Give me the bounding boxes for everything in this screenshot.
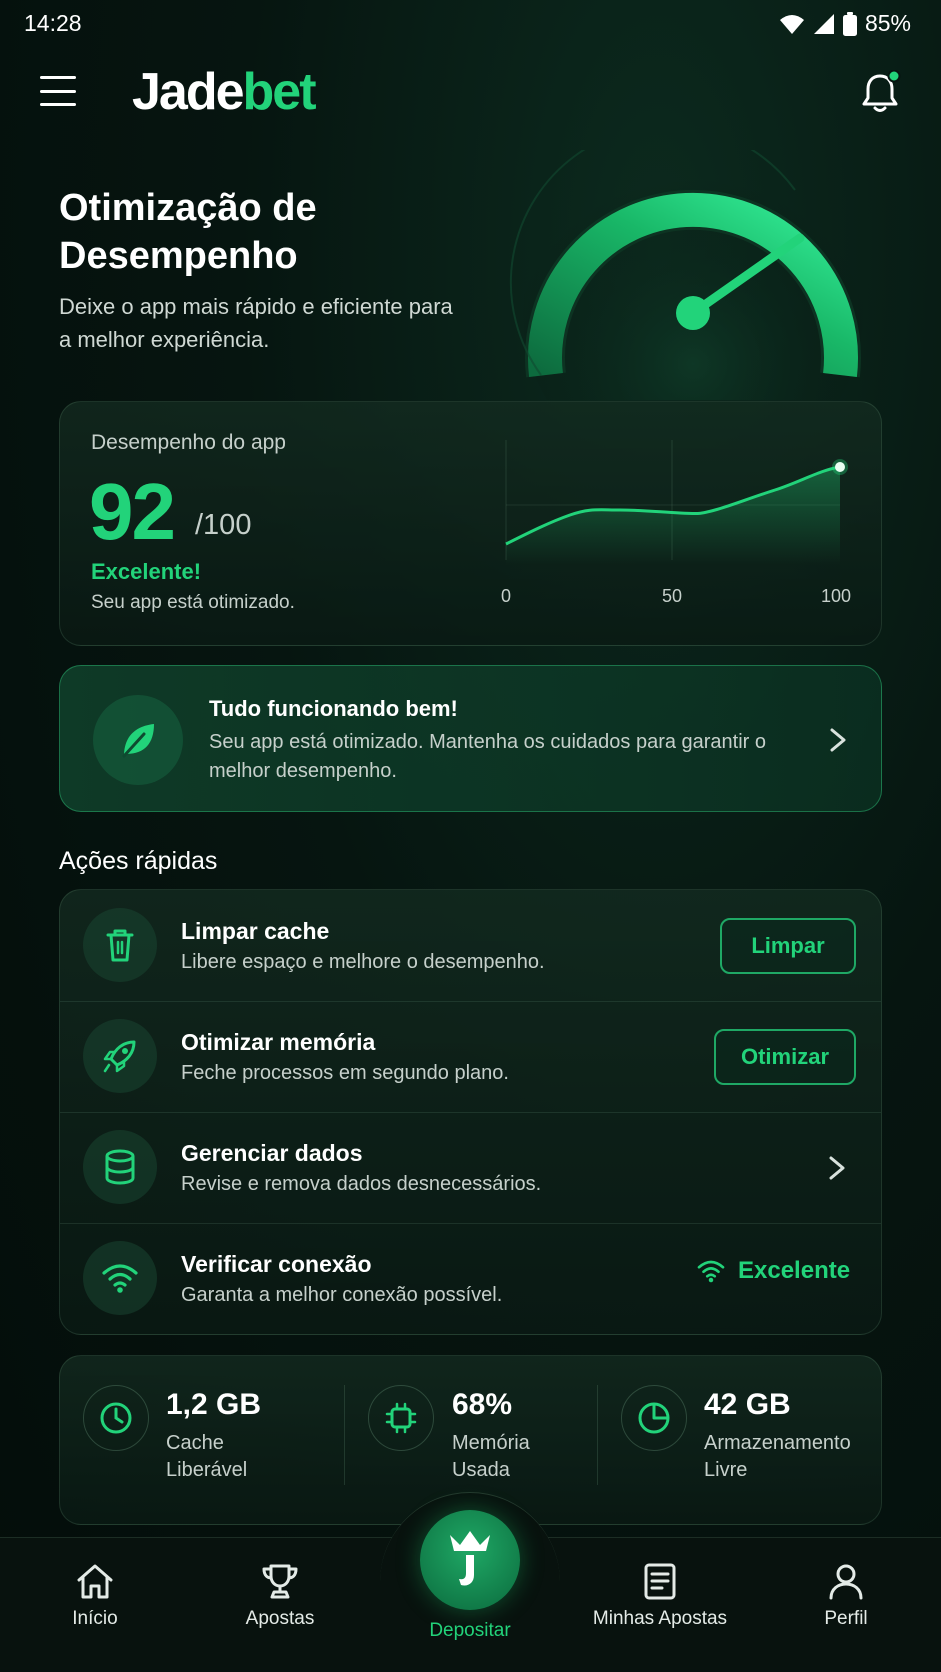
nav-home[interactable]: Início: [62, 1562, 128, 1630]
trash-icon: [83, 908, 157, 982]
chip-icon: [368, 1385, 434, 1451]
database-icon: [83, 1130, 157, 1204]
wifi-icon: [697, 1260, 725, 1283]
chart-tick-50: 50: [662, 586, 682, 606]
nav-deposit-label: Depositar: [429, 1620, 511, 1641]
quick-action-title: Gerenciar dados: [181, 1140, 363, 1166]
quick-action-subtitle: Garanta a melhor conexão possível.: [181, 1284, 503, 1306]
quick-actions-heading: Ações rápidas: [59, 847, 218, 875]
performance-description: Seu app está otimizado.: [91, 592, 295, 613]
trophy-icon: [262, 1564, 298, 1599]
nav-bets[interactable]: Apostas: [240, 1562, 320, 1630]
stat-cache-value: 1,2 GB: [166, 1388, 262, 1421]
stat-divider: [344, 1385, 345, 1485]
status-icons: 85%: [779, 10, 911, 37]
leaf-icon-circle: [93, 695, 183, 785]
quick-action-subtitle: Libere espaço e melhore o desempenho.: [181, 951, 545, 973]
notification-bell-icon[interactable]: [859, 70, 901, 114]
performance-score: 92: [89, 467, 176, 556]
quick-action-title: Verificar conexão: [181, 1251, 372, 1277]
connection-status-label: Excelente: [738, 1257, 851, 1284]
connection-status: Excelente: [696, 1257, 850, 1285]
nav-profile[interactable]: Perfil: [816, 1562, 876, 1630]
stat-storage-label-line2: Livre: [704, 1459, 748, 1481]
battery-icon: [842, 11, 857, 36]
quick-action-check-connection: Verificar conexão Garanta a melhor conex…: [59, 1223, 882, 1334]
crown-j-icon: [450, 1531, 490, 1586]
jadebet-logo: Jadebet: [132, 63, 317, 121]
stat-storage-label-line1: Armazenamento: [704, 1432, 851, 1454]
wifi-status-icon: [779, 14, 804, 34]
nav-my-bets-label: Minhas Apostas: [592, 1608, 728, 1629]
pie-icon: [621, 1385, 687, 1451]
speedometer-gauge: [509, 150, 863, 400]
status-time: 14:28: [24, 10, 82, 36]
clear-cache-button[interactable]: Limpar: [720, 918, 856, 974]
leaf-icon: [122, 724, 154, 758]
chart-tick-100: 100: [821, 586, 851, 606]
quick-action-title: Otimizar memória: [181, 1029, 376, 1055]
stat-memory-value: 68%: [452, 1388, 513, 1421]
home-icon: [77, 1564, 113, 1599]
quick-action-title: Limpar cache: [181, 918, 330, 944]
stat-cache-label-line1: Cache: [166, 1432, 224, 1454]
document-icon: [644, 1563, 676, 1600]
stat-memory-label-line2: Usada: [452, 1459, 510, 1481]
page-title: Otimização de Desempenho: [59, 187, 317, 277]
performance-max: /100: [195, 509, 252, 541]
performance-trend-chart: 0 50 100: [501, 440, 851, 606]
stat-memory-label-line1: Memória: [452, 1432, 530, 1454]
quick-action-optimize-memory: Otimizar memória Feche processos em segu…: [59, 1001, 882, 1112]
quick-action-subtitle: Feche processos em segundo plano.: [181, 1062, 509, 1084]
notice-title: Tudo funcionando bem!: [209, 696, 458, 721]
chevron-right-icon: [829, 1156, 845, 1180]
nav-home-label: Início: [72, 1608, 118, 1629]
stat-storage-value: 42 GB: [704, 1388, 791, 1421]
nav-my-bets[interactable]: Minhas Apostas: [590, 1562, 730, 1630]
wifi-icon: [83, 1241, 157, 1315]
user-icon: [829, 1564, 863, 1600]
chevron-right-icon: [830, 728, 846, 752]
stat-cache-label-line2: Liberável: [166, 1459, 248, 1481]
quick-action-subtitle: Revise e remova dados desnecessários.: [181, 1173, 542, 1195]
menu-button[interactable]: [40, 76, 76, 106]
nav-profile-label: Perfil: [824, 1608, 868, 1629]
menu-icon: [40, 76, 76, 79]
performance-status: Excelente!: [91, 559, 202, 584]
nav-bets-label: Apostas: [245, 1608, 315, 1629]
performance-label: Desempenho do app: [91, 431, 286, 454]
signal-icon: [813, 13, 834, 34]
stat-divider: [597, 1385, 598, 1485]
chart-tick-0: 0: [501, 586, 511, 606]
notice-text: Seu app está otimizado. Mantenha os cuid…: [209, 731, 767, 782]
battery-percent: 85%: [864, 10, 911, 36]
rocket-icon: [83, 1019, 157, 1093]
deposit-button[interactable]: [420, 1510, 520, 1610]
page-subtitle: Deixe o app mais rápido e eficiente para…: [59, 294, 453, 352]
optimize-memory-button[interactable]: Otimizar: [714, 1029, 856, 1085]
quick-action-clear-cache: Limpar cache Libere espaço e melhore o d…: [59, 890, 882, 1001]
clock-icon: [83, 1385, 149, 1451]
quick-action-manage-data[interactable]: Gerenciar dados Revise e remova dados de…: [59, 1112, 882, 1223]
